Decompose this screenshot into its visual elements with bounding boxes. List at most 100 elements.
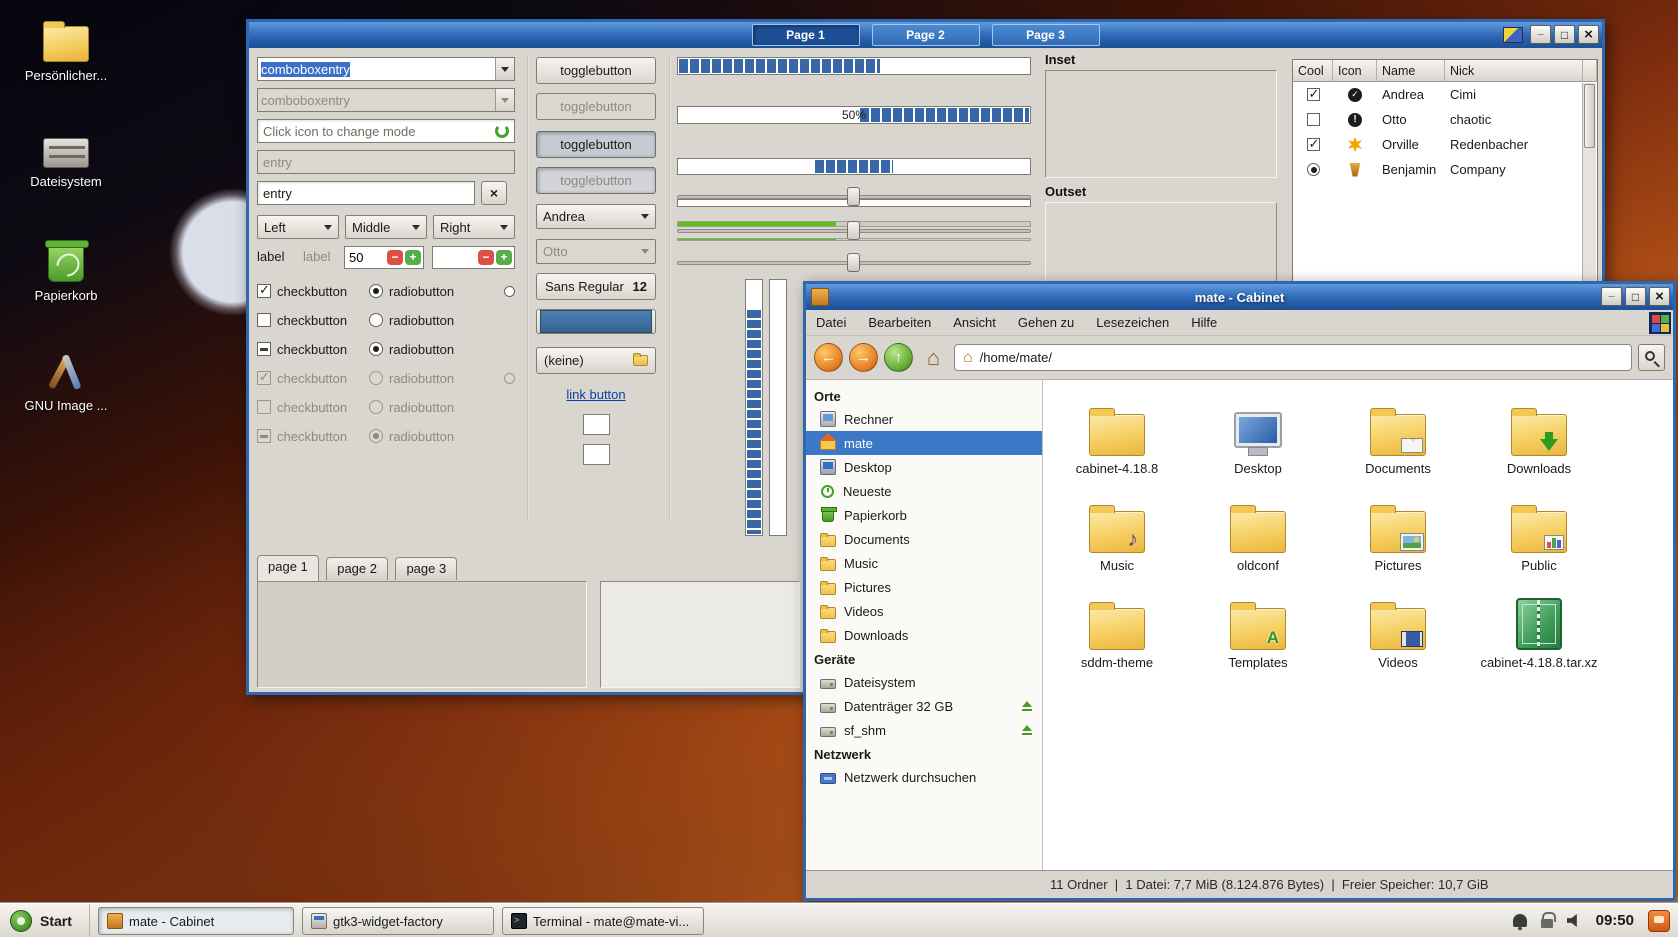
menu-gehen-zu[interactable]: Gehen zu — [1018, 315, 1074, 330]
file-item[interactable]: Downloads — [1478, 400, 1600, 476]
titlebar-tab-page2[interactable]: Page 2 — [872, 24, 980, 46]
combobox-entry-editable[interactable]: comboboxentry — [257, 57, 515, 81]
table-row[interactable]: Orville Redenbacher — [1293, 132, 1597, 157]
file-item[interactable]: Documents — [1337, 400, 1459, 476]
change-mode-icon[interactable] — [495, 124, 509, 138]
file-item[interactable]: oldconf — [1197, 497, 1319, 573]
table-row[interactable]: Andrea Cimi — [1293, 82, 1597, 107]
volume-icon[interactable] — [1567, 914, 1582, 927]
toggle-button-3-active[interactable]: togglebutton — [536, 131, 656, 158]
radio-small[interactable] — [504, 286, 515, 297]
file-item[interactable]: Public — [1478, 497, 1600, 573]
align-combo-left[interactable]: Left — [257, 215, 339, 239]
minimize-button[interactable] — [1601, 287, 1622, 306]
file-icon-view[interactable]: cabinet-4.18.8 Desktop Documents Downloa… — [1043, 380, 1673, 870]
column-header-icon[interactable]: Icon — [1333, 60, 1377, 82]
notification-bell-icon[interactable] — [1513, 914, 1527, 927]
slider-handle[interactable] — [847, 253, 860, 272]
notebook-tab-page1[interactable]: page 1 — [257, 555, 319, 581]
sidebar-item-rechner[interactable]: Rechner — [806, 407, 1042, 431]
sidebar-item-mate[interactable]: mate — [806, 431, 1042, 455]
sidebar-item-dateisystem[interactable]: Dateisystem — [806, 670, 1042, 694]
cool-checkbox[interactable] — [1307, 88, 1320, 101]
scale-slider-3[interactable] — [677, 252, 1031, 274]
close-button[interactable] — [1578, 25, 1599, 44]
close-button[interactable] — [1649, 287, 1670, 306]
cool-checkbox[interactable] — [1307, 113, 1320, 126]
file-chooser-button[interactable]: (keine) — [536, 347, 656, 374]
file-item[interactable]: Desktop — [1197, 400, 1319, 476]
eject-icon[interactable] — [1022, 701, 1032, 707]
sidebar-item-datentraeger[interactable]: Datenträger 32 GB — [806, 694, 1042, 718]
menu-lesezeichen[interactable]: Lesezeichen — [1096, 315, 1169, 330]
file-manager-titlebar[interactable]: mate - Cabinet — [806, 284, 1673, 310]
clock[interactable]: 09:50 — [1596, 912, 1634, 929]
sidebar-item-music[interactable]: Music — [806, 551, 1042, 575]
sidebar-item-documents[interactable]: Documents — [806, 527, 1042, 551]
scale-slider-2[interactable] — [677, 220, 1031, 242]
small-checkbox-1[interactable] — [583, 414, 610, 435]
spin-increment-icon[interactable] — [405, 250, 421, 265]
task-button-terminal[interactable]: Terminal - mate@mate-vi... — [502, 907, 704, 935]
checkbox-indeterminate[interactable] — [257, 342, 271, 356]
up-button[interactable] — [884, 343, 913, 372]
file-item[interactable]: Templates — [1197, 594, 1319, 670]
menu-hilfe[interactable]: Hilfe — [1191, 315, 1217, 330]
file-item[interactable]: cabinet-4.18.8 — [1056, 400, 1178, 476]
search-button[interactable] — [1638, 344, 1665, 371]
eject-icon[interactable] — [1022, 725, 1032, 731]
spin-decrement-icon[interactable] — [478, 250, 494, 265]
sidebar-item-sf-shm[interactable]: sf_shm — [806, 718, 1042, 742]
cool-checkbox[interactable] — [1307, 138, 1320, 151]
sidebar-item-videos[interactable]: Videos — [806, 599, 1042, 623]
align-combo-right[interactable]: Right — [433, 215, 515, 239]
file-item[interactable]: Videos — [1337, 594, 1459, 670]
sidebar-item-neueste[interactable]: Neueste — [806, 479, 1042, 503]
sidebar-item-desktop[interactable]: Desktop — [806, 455, 1042, 479]
table-row[interactable]: Benjamin Company — [1293, 157, 1597, 182]
slider-handle[interactable] — [847, 187, 860, 206]
back-button[interactable] — [814, 343, 843, 372]
spin-increment-icon[interactable] — [496, 250, 512, 265]
titlebar-tab-page1[interactable]: Page 1 — [752, 24, 860, 46]
sidebar-item-downloads[interactable]: Downloads — [806, 623, 1042, 647]
font-button[interactable]: Sans Regular 12 — [536, 273, 656, 300]
notebook-tab-page3[interactable]: page 3 — [395, 557, 457, 580]
file-item[interactable]: Pictures — [1337, 497, 1459, 573]
desktop-icon-filesystem[interactable]: Dateisystem — [18, 138, 114, 189]
task-button-cabinet[interactable]: mate - Cabinet — [98, 907, 294, 935]
slider-handle[interactable] — [847, 221, 860, 240]
spin-button-2[interactable] — [432, 246, 515, 269]
radio-unselected[interactable] — [369, 313, 383, 327]
forward-button[interactable] — [849, 343, 878, 372]
checkbox-checked[interactable] — [257, 284, 271, 298]
sidebar-item-pictures[interactable]: Pictures — [806, 575, 1042, 599]
toggle-button-1[interactable]: togglebutton — [536, 57, 656, 84]
start-button[interactable]: Start — [0, 904, 90, 937]
scale-slider-1[interactable] — [677, 186, 1031, 208]
menu-bearbeiten[interactable]: Bearbeiten — [868, 315, 931, 330]
vertical-scale[interactable] — [769, 279, 787, 536]
lock-icon[interactable] — [1541, 919, 1553, 928]
desktop-icon-gimp[interactable]: GNU Image ... — [18, 352, 114, 413]
location-bar[interactable]: /home/mate/ — [954, 344, 1632, 371]
spin-decrement-icon[interactable] — [387, 250, 403, 265]
notebook-tab-page2[interactable]: page 2 — [326, 557, 388, 580]
file-item[interactable]: Music — [1056, 497, 1178, 573]
column-header-cool[interactable]: Cool — [1293, 60, 1333, 82]
maximize-button[interactable] — [1554, 25, 1575, 44]
menu-ansicht[interactable]: Ansicht — [953, 315, 996, 330]
file-item[interactable]: sddm-theme — [1056, 594, 1178, 670]
task-button-widget-factory[interactable]: gtk3-widget-factory — [302, 907, 494, 935]
maximize-button[interactable] — [1625, 287, 1646, 306]
color-button[interactable] — [536, 309, 656, 334]
link-button[interactable]: link button — [566, 387, 625, 402]
titlebar-tab-page3[interactable]: Page 3 — [992, 24, 1100, 46]
sidebar-item-papierkorb[interactable]: Papierkorb — [806, 503, 1042, 527]
home-button[interactable] — [919, 343, 948, 372]
clear-entry-button[interactable] — [481, 181, 507, 205]
widget-factory-titlebar[interactable]: Page 1 Page 2 Page 3 — [249, 22, 1602, 48]
checkbox-unchecked[interactable] — [257, 313, 271, 327]
icon-entry[interactable]: Click icon to change mode — [257, 119, 515, 143]
dropdown-button[interactable] — [495, 58, 514, 80]
